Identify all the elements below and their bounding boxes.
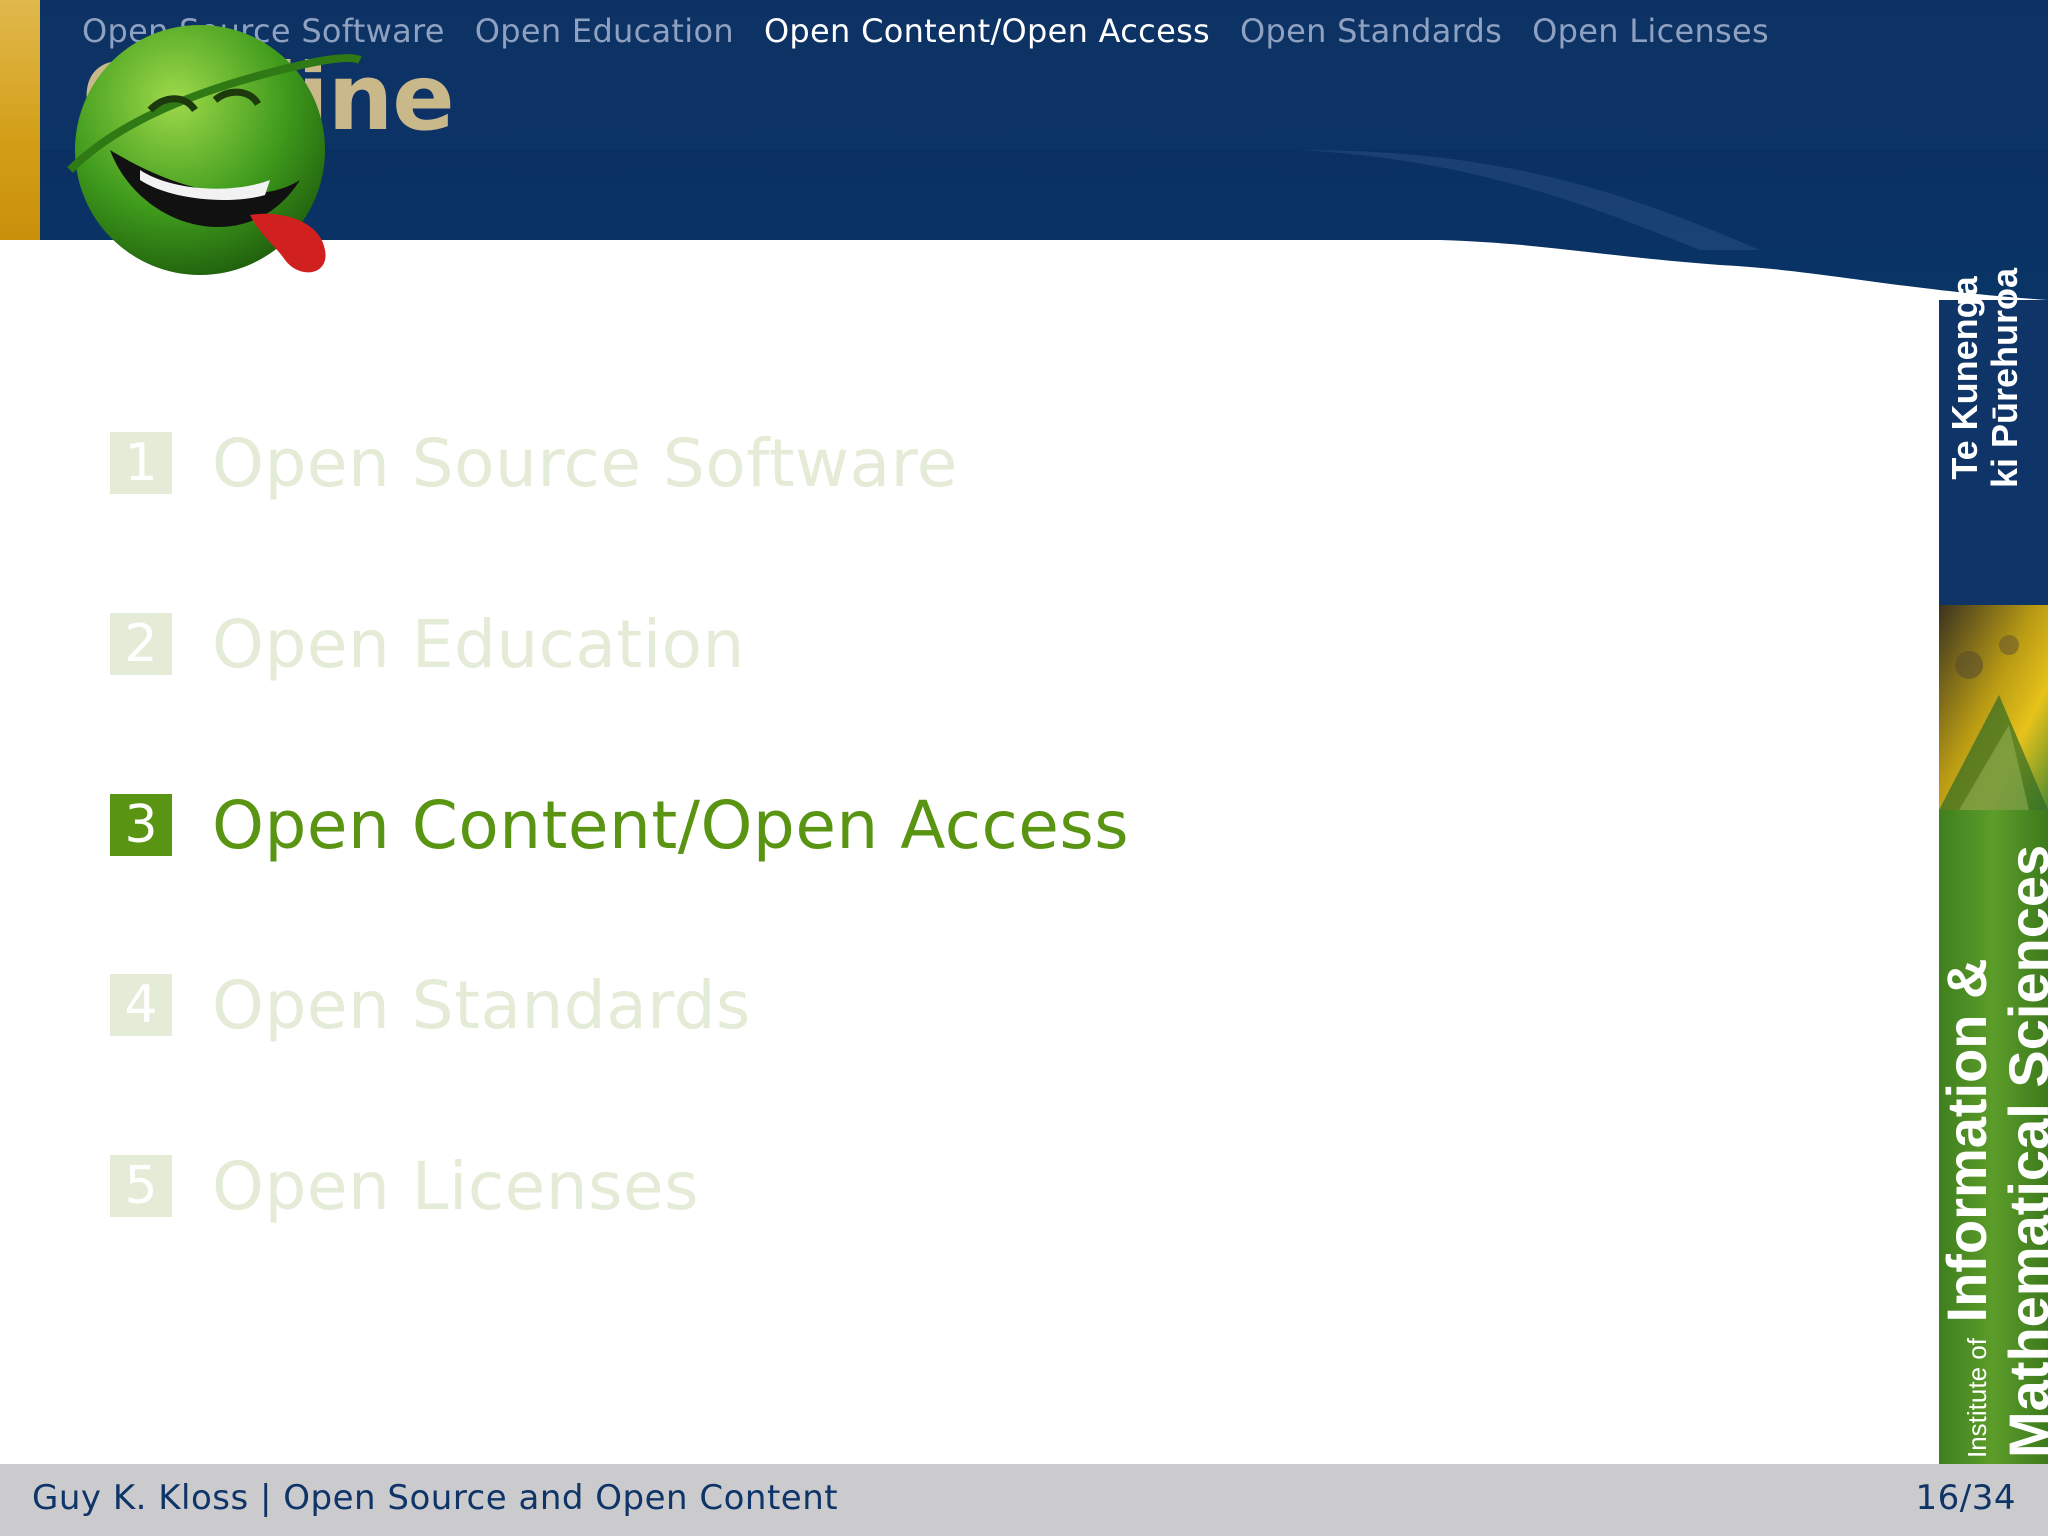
outline-item-4[interactable]: 4 Open Standards bbox=[110, 965, 751, 1045]
outline-number: 1 bbox=[110, 432, 172, 494]
outline-item-5[interactable]: 5 Open Licenses bbox=[110, 1146, 699, 1226]
outline-label: Open Content/Open Access bbox=[212, 786, 1130, 864]
institute-prefix: Institute of bbox=[1962, 1338, 1992, 1458]
outline-number: 4 bbox=[110, 974, 172, 1036]
mascot-logo-icon bbox=[67, 25, 362, 275]
nav-item-open-education[interactable]: Open Education bbox=[475, 12, 734, 50]
outline-label: Open Education bbox=[212, 605, 745, 683]
banner-institute-text: Institute of Information & Mathematical … bbox=[1935, 818, 2048, 1458]
outline-item-2[interactable]: 2 Open Education bbox=[110, 604, 745, 684]
nav-item-open-licenses[interactable]: Open Licenses bbox=[1532, 12, 1769, 50]
outline-label: Open Source Software bbox=[212, 424, 958, 502]
banner-top-text: Te Kunenga ki Pūrehuroa bbox=[1944, 228, 2025, 528]
footer: Guy K. Kloss | Open Source and Open Cont… bbox=[0, 1464, 2048, 1536]
outline-item-3[interactable]: 3 Open Content/Open Access bbox=[110, 785, 1129, 865]
page-number: 16/34 bbox=[1915, 1478, 2016, 1518]
nav-item-open-content[interactable]: Open Content/Open Access bbox=[764, 12, 1210, 50]
institute-line1: Information & bbox=[1935, 958, 1998, 1323]
outline-item-1[interactable]: 1 Open Source Software bbox=[110, 423, 958, 503]
outline-number: 2 bbox=[110, 613, 172, 675]
outline-number: 5 bbox=[110, 1155, 172, 1217]
banner-top-line1: Te Kunenga bbox=[1944, 276, 1985, 480]
outline-label: Open Licenses bbox=[212, 1147, 699, 1225]
banner-top-line2: ki Pūrehuroa bbox=[1984, 267, 2025, 489]
slide: Open Source Software Open Education Open… bbox=[0, 0, 2048, 1536]
outline-label: Open Standards bbox=[212, 966, 751, 1044]
nav-item-open-standards[interactable]: Open Standards bbox=[1240, 12, 1502, 50]
institute-line2: Mathematical Sciences bbox=[1997, 844, 2048, 1458]
banner-top: Te Kunenga ki Pūrehuroa bbox=[1939, 268, 2048, 605]
outline-number: 3 bbox=[110, 794, 172, 856]
university-banner: Te Kunenga ki Pūrehuroa Institute of Inf… bbox=[1935, 268, 2048, 1464]
banner-institute: Institute of Information & Mathematical … bbox=[1935, 810, 2048, 1464]
header: Open Source Software Open Education Open… bbox=[0, 0, 2048, 320]
banner-photo-icon bbox=[1939, 605, 2048, 810]
footer-author-title: Guy K. Kloss | Open Source and Open Cont… bbox=[32, 1478, 839, 1518]
